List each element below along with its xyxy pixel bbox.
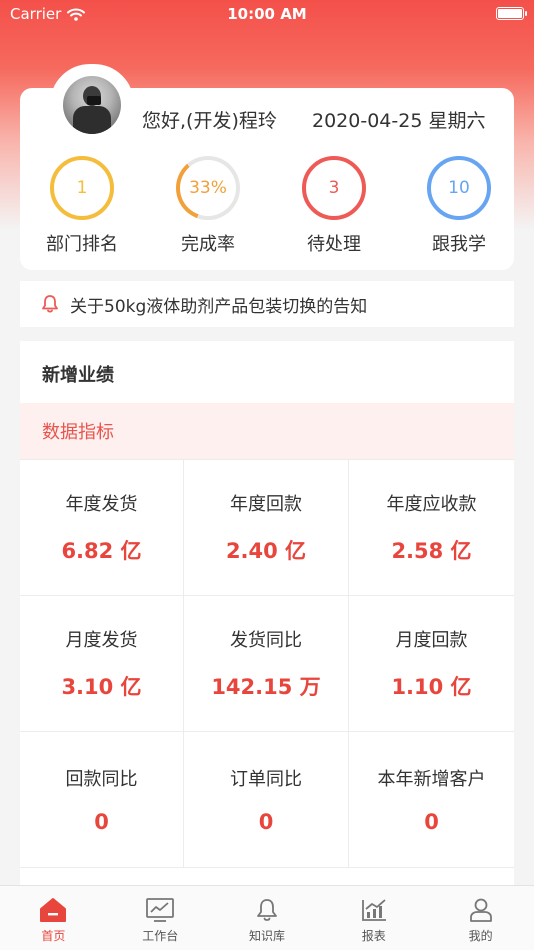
- stat-label: 部门排名: [46, 234, 118, 255]
- notice-bar[interactable]: 关于50kg液体助剂产品包装切换的告知: [20, 281, 514, 327]
- tab-workbench[interactable]: 工作台: [107, 886, 214, 950]
- stat-value: 33%: [189, 178, 227, 198]
- metric-value: 0: [258, 809, 274, 834]
- stat-progress-ring: 33%: [176, 156, 240, 220]
- metric-monthly-shipment[interactable]: 月度发货 3.10 亿: [20, 596, 184, 732]
- metric-annual-receivable[interactable]: 年度应收款 2.58 亿: [349, 460, 514, 596]
- tab-reports[interactable]: 报表: [320, 886, 427, 950]
- subheader-label: 数据指标: [42, 422, 114, 443]
- stat-ring: 10: [427, 156, 491, 220]
- metric-value: 3.10 亿: [61, 674, 142, 699]
- stat-label: 跟我学: [432, 234, 486, 255]
- stat-label: 完成率: [181, 234, 235, 255]
- status-time: 10:00 AM: [227, 5, 307, 23]
- avatar[interactable]: [63, 76, 121, 134]
- metric-label: 回款同比: [65, 768, 138, 790]
- data-indicator-header: 数据指标: [20, 403, 514, 459]
- metric-value: 2.58 亿: [391, 538, 472, 563]
- stat-ring: 3: [302, 156, 366, 220]
- metric-annual-shipment[interactable]: 年度发货 6.82 亿: [20, 460, 184, 596]
- stat-completion-rate[interactable]: 33% 完成率: [158, 156, 258, 256]
- tab-knowledge-base[interactable]: 知识库: [214, 886, 321, 950]
- bell-icon: [42, 295, 58, 313]
- metric-value: 0: [94, 809, 109, 834]
- performance-section: 新增业绩 数据指标 年度发货 6.82 亿 年度回款 2.40 亿 年度应收款 …: [20, 341, 514, 901]
- notice-text: 关于50kg液体助剂产品包装切换的告知: [70, 296, 368, 317]
- stat-pending[interactable]: 3 待处理: [284, 156, 384, 256]
- metric-shipment-yoy[interactable]: 发货同比 142.15 万: [184, 596, 349, 732]
- metric-label: 月度发货: [65, 629, 138, 651]
- section-title: 新增业绩: [42, 365, 114, 386]
- metric-collection-yoy[interactable]: 回款同比 0: [20, 732, 184, 868]
- greeting-text: 您好,(开发)程玲: [142, 110, 277, 132]
- stat-value: 10: [448, 178, 470, 198]
- report-icon: [361, 899, 386, 921]
- tab-bar: 首页 工作台 知识库 报表 我的: [0, 885, 534, 950]
- tab-label: 报表: [361, 929, 386, 943]
- home-icon: [40, 898, 67, 922]
- metric-annual-collection[interactable]: 年度回款 2.40 亿: [184, 460, 349, 596]
- bell-icon: [257, 899, 277, 921]
- tab-label: 知识库: [248, 929, 285, 943]
- tab-profile[interactable]: 我的: [427, 886, 534, 950]
- metric-value: 0: [424, 809, 439, 834]
- stat-label: 待处理: [307, 234, 361, 255]
- metric-value: 142.15 万: [211, 674, 321, 699]
- metric-value: 2.40 亿: [225, 538, 307, 563]
- tab-label: 我的: [468, 929, 493, 943]
- metric-value: 6.82 亿: [61, 538, 142, 563]
- metric-order-yoy[interactable]: 订单同比 0: [184, 732, 349, 868]
- metric-monthly-collection[interactable]: 月度回款 1.10 亿: [349, 596, 514, 732]
- stat-value: 3: [328, 178, 340, 198]
- metric-label: 月度回款: [395, 629, 468, 651]
- date-text: 2020-04-25 星期六: [312, 110, 486, 132]
- stat-learn-with-me[interactable]: 10 跟我学: [409, 156, 509, 256]
- battery-icon: [496, 7, 527, 20]
- status-bar: Carrier 10:00 AM: [0, 0, 534, 28]
- metric-label: 发货同比: [230, 629, 302, 651]
- tab-label: 首页: [41, 929, 66, 943]
- tab-home[interactable]: 首页: [0, 886, 107, 950]
- metric-label: 本年新增客户: [377, 768, 486, 790]
- metric-label: 年度应收款: [386, 493, 477, 515]
- metric-label: 订单同比: [230, 768, 302, 790]
- workbench-icon: [146, 898, 175, 922]
- metric-new-customers[interactable]: 本年新增客户 0: [349, 732, 514, 868]
- profile-icon: [469, 898, 492, 922]
- metrics-grid: 年度发货 6.82 亿 年度回款 2.40 亿 年度应收款 2.58 亿 月度发…: [20, 459, 514, 868]
- metric-value: 1.10 亿: [391, 674, 472, 699]
- stat-department-rank[interactable]: 1 部门排名: [32, 156, 132, 256]
- stat-value: 1: [76, 178, 88, 198]
- stat-ring: 1: [50, 156, 114, 220]
- tab-label: 工作台: [142, 929, 179, 943]
- metric-label: 年度回款: [230, 493, 302, 515]
- metric-label: 年度发货: [65, 493, 138, 515]
